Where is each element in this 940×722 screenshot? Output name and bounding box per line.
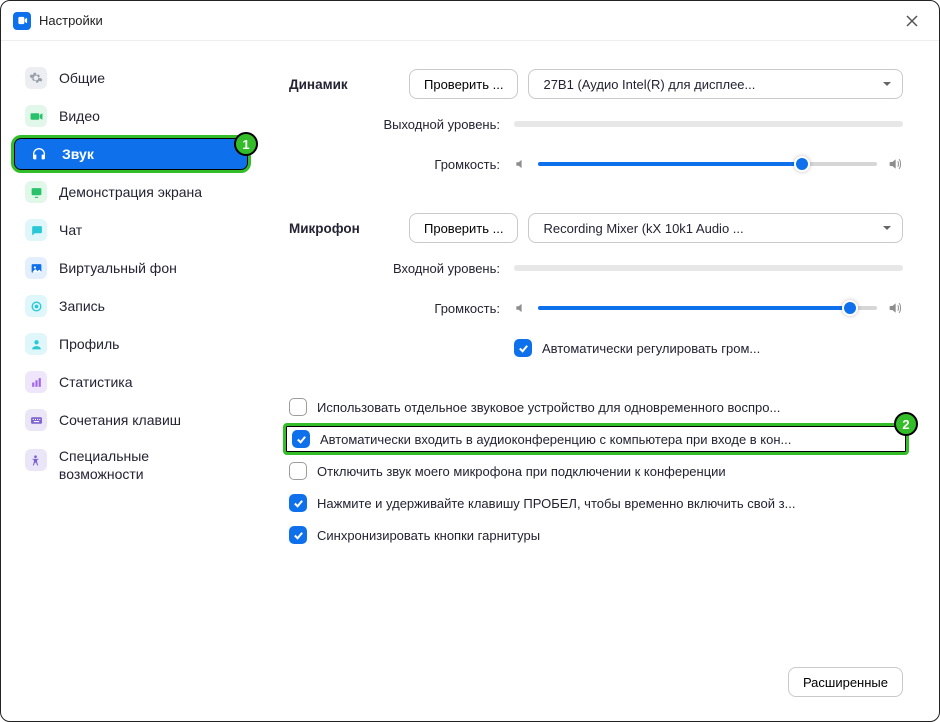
record-icon (25, 295, 47, 317)
sidebar-item-accessibility[interactable]: Специальные возможности (11, 439, 251, 491)
sidebar-item-label: Запись (59, 298, 105, 314)
volume-high-icon (887, 300, 903, 316)
app-icon (13, 12, 31, 30)
sidebar-item-video[interactable]: Видео (11, 97, 251, 135)
mic-label: Микрофон (289, 221, 409, 236)
sidebar: Общие Видео Звук 1 Демонстрация экра (1, 41, 261, 721)
sidebar-item-label: Специальные возможности (59, 447, 237, 483)
sidebar-item-profile[interactable]: Профиль (11, 325, 251, 363)
gear-icon (25, 67, 47, 89)
main-panel: Динамик Проверить ... 27B1 (Аудио Intel(… (261, 41, 939, 721)
speaker-output-level (514, 121, 903, 127)
keyboard-icon (25, 409, 47, 431)
camera-icon (25, 105, 47, 127)
window-title: Настройки (39, 13, 103, 28)
sidebar-item-label: Профиль (59, 336, 119, 352)
titlebar: Настройки (1, 1, 939, 41)
test-mic-button[interactable]: Проверить ... (409, 213, 518, 243)
mic-input-level (514, 265, 903, 271)
sync-headset-checkbox[interactable] (289, 526, 307, 544)
ptt-space-label: Нажмите и удерживайте клавишу ПРОБЕЛ, чт… (317, 496, 795, 511)
mic-volume-slider[interactable] (538, 298, 877, 318)
mute-on-join-checkbox[interactable] (289, 462, 307, 480)
auto-join-checkbox[interactable] (292, 430, 310, 448)
sidebar-item-keys[interactable]: Сочетания клавиш (11, 401, 251, 439)
sidebar-item-audio[interactable]: Звук 1 (11, 135, 251, 173)
sidebar-item-label: Звук (62, 146, 94, 162)
chat-icon (25, 219, 47, 241)
auto-adjust-label: Автоматически регулировать гром... (542, 341, 760, 356)
auto-join-label: Автоматически входить в аудиоконференцию… (320, 432, 791, 447)
sidebar-item-label: Статистика (59, 374, 133, 390)
image-icon (25, 257, 47, 279)
auto-adjust-checkbox[interactable] (514, 339, 532, 357)
sidebar-item-vbg[interactable]: Виртуальный фон (11, 249, 251, 287)
accessibility-icon (25, 449, 47, 471)
close-button[interactable] (897, 6, 927, 36)
share-screen-icon (25, 181, 47, 203)
speaker-device-select[interactable]: 27B1 (Аудио Intel(R) для дисплее... (528, 69, 903, 99)
volume-low-icon (514, 157, 528, 171)
sidebar-item-label: Чат (59, 222, 82, 238)
ptt-space-checkbox[interactable] (289, 494, 307, 512)
user-icon (25, 333, 47, 355)
output-level-label: Выходной уровень: (289, 117, 514, 132)
test-speaker-button[interactable]: Проверить ... (409, 69, 518, 99)
input-level-label: Входной уровень: (289, 261, 514, 276)
speaker-volume-slider[interactable] (538, 154, 877, 174)
speaker-device-value: 27B1 (Аудио Intel(R) для дисплее... (543, 77, 755, 92)
sidebar-item-share[interactable]: Демонстрация экрана (11, 173, 251, 211)
mic-volume-label: Громкость: (289, 301, 514, 316)
speaker-label: Динамик (289, 77, 409, 92)
stats-icon (25, 371, 47, 393)
sidebar-item-general[interactable]: Общие (11, 59, 251, 97)
sync-headset-label: Синхронизировать кнопки гарнитуры (317, 528, 540, 543)
volume-high-icon (887, 156, 903, 172)
auto-join-highlighted-row: Автоматически входить в аудиоконференцию… (283, 423, 909, 455)
separate-device-label: Использовать отдельное звуковое устройст… (317, 400, 780, 415)
sidebar-item-label: Виртуальный фон (59, 260, 177, 276)
sidebar-item-chat[interactable]: Чат (11, 211, 251, 249)
sidebar-item-label: Общие (59, 70, 105, 86)
sidebar-item-label: Демонстрация экрана (59, 184, 202, 200)
advanced-button[interactable]: Расширенные (788, 667, 903, 697)
annotation-badge-2: 2 (894, 412, 918, 436)
separate-device-checkbox[interactable] (289, 398, 307, 416)
settings-window: Настройки Общие Видео (0, 0, 940, 722)
mic-device-select[interactable]: Recording Mixer (kX 10k1 Audio ... (528, 213, 903, 243)
sidebar-item-stats[interactable]: Статистика (11, 363, 251, 401)
headphones-icon (28, 143, 50, 165)
sidebar-item-label: Видео (59, 108, 100, 124)
speaker-volume-label: Громкость: (289, 157, 514, 172)
annotation-badge-1: 1 (234, 132, 258, 156)
mic-device-value: Recording Mixer (kX 10k1 Audio ... (543, 221, 743, 236)
sidebar-item-record[interactable]: Запись (11, 287, 251, 325)
mute-on-join-label: Отключить звук моего микрофона при подкл… (317, 464, 726, 479)
volume-low-icon (514, 301, 528, 315)
sidebar-item-label: Сочетания клавиш (59, 412, 181, 428)
